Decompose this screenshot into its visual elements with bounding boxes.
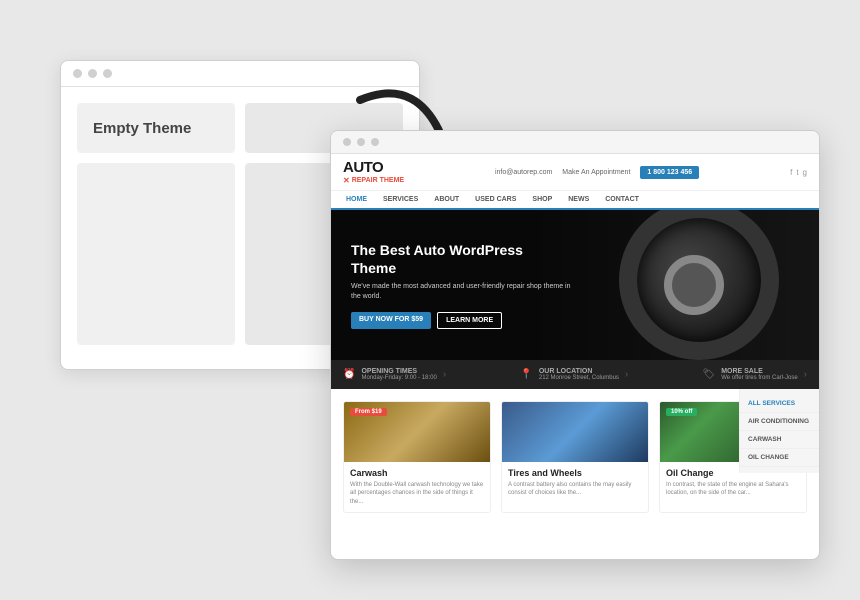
card-oilchange-badge: 10% off [666,408,697,416]
site-nav[interactable]: HOME SERVICES ABOUT USED CARS SHOP NEWS … [331,191,819,210]
card-tires: Tires and Wheels A contrast battery also… [501,401,649,513]
theme-dot-1 [343,138,351,146]
tag-icon: 🏷 [702,369,715,380]
nav-news[interactable]: NEWS [565,191,592,208]
site-logo: AUTO ✕ REPAIR THEME [343,159,404,185]
topbar-contact-info: info@autorep.com Make An Appointment 1 8… [495,166,699,179]
site-bottom-section: From $19 Carwash With the Double-Wall ca… [331,389,819,525]
browser-dot-3 [103,69,112,78]
site-topbar: AUTO ✕ REPAIR THEME info@autorep.com Mak… [331,154,819,191]
sidebar-air-conditioning[interactable]: AIR CONDITIONING [740,413,819,431]
nav-services[interactable]: SERVICES [380,191,421,208]
theme-browser: AUTO ✕ REPAIR THEME info@autorep.com Mak… [330,130,820,560]
hero-buttons: BUY NOW FOR $59 LEARN MORE [351,312,571,329]
nav-used-cars[interactable]: USED CARS [472,191,519,208]
infobar-arrow-1: › [443,369,446,380]
card-carwash: From $19 Carwash With the Double-Wall ca… [343,401,491,513]
site-hero: The Best Auto WordPress Theme We've made… [331,210,819,360]
nav-shop[interactable]: SHOP [529,191,555,208]
site-infobar: ⏰ OPENING TIMES Monday-Friday: 9:00 - 18… [331,360,819,389]
browser-dot-2 [88,69,97,78]
theme-dot-3 [371,138,379,146]
clock-icon: ⏰ [343,369,355,380]
theme-dot-2 [357,138,365,146]
logo-text: AUTO ✕ REPAIR THEME [343,159,404,185]
nav-contact[interactable]: CONTACT [602,191,642,208]
nav-home[interactable]: HOME [343,191,370,210]
topbar-social-icons: f t g [790,168,807,177]
infobar-location: 📍 OUR LOCATION 212 Monroe Street, Columb… [520,368,628,381]
twitter-icon: t [796,168,798,177]
card-carwash-image: From $19 [344,402,490,462]
card-tires-body: Tires and Wheels A contrast battery also… [502,462,648,504]
hero-text-block: The Best Auto WordPress Theme We've made… [351,241,571,329]
sidebar-oil-change[interactable]: OIL CHANGE [740,449,819,467]
gplus-icon: g [803,168,807,177]
infobar-sale-text: MORE SALE We offer tires from Carl-Jose [721,368,797,381]
card-tires-image [502,402,648,462]
location-icon: 📍 [520,369,532,380]
browser-dot-1 [73,69,82,78]
facebook-icon: f [790,168,792,177]
sidebar-carwash[interactable]: CARWASH [740,431,819,449]
site-content: AUTO ✕ REPAIR THEME info@autorep.com Mak… [331,154,819,554]
logo-subtitle: ✕ REPAIR THEME [343,176,404,185]
infobar-hours: ⏰ OPENING TIMES Monday-Friday: 9:00 - 18… [343,368,446,381]
hero-buy-button[interactable]: BUY NOW FOR $59 [351,312,431,329]
browser-bar-theme [331,131,819,154]
infobar-arrow-3: › [804,369,807,380]
infobar-location-text: OUR LOCATION 212 Monroe Street, Columbus [539,368,619,381]
card-carwash-body: Carwash With the Double-Wall carwash tec… [344,462,490,512]
infobar-hours-text: OPENING TIMES Monday-Friday: 9:00 - 18:0… [361,368,436,381]
hero-learn-button[interactable]: LEARN MORE [437,312,502,329]
empty-body-placeholder-left [77,163,235,345]
empty-theme-label: Empty Theme [77,103,235,153]
services-sidebar: ALL SERVICES AIR CONDITIONING CARWASH OI… [739,389,819,473]
infobar-arrow-2: › [625,369,628,380]
infobar-sale: 🏷 MORE SALE We offer tires from Carl-Jos… [702,368,807,381]
nav-about[interactable]: ABOUT [431,191,462,208]
card-carwash-badge: From $19 [350,408,387,416]
sidebar-all-services[interactable]: ALL SERVICES [740,395,819,413]
hero-tire-inner [664,255,724,315]
